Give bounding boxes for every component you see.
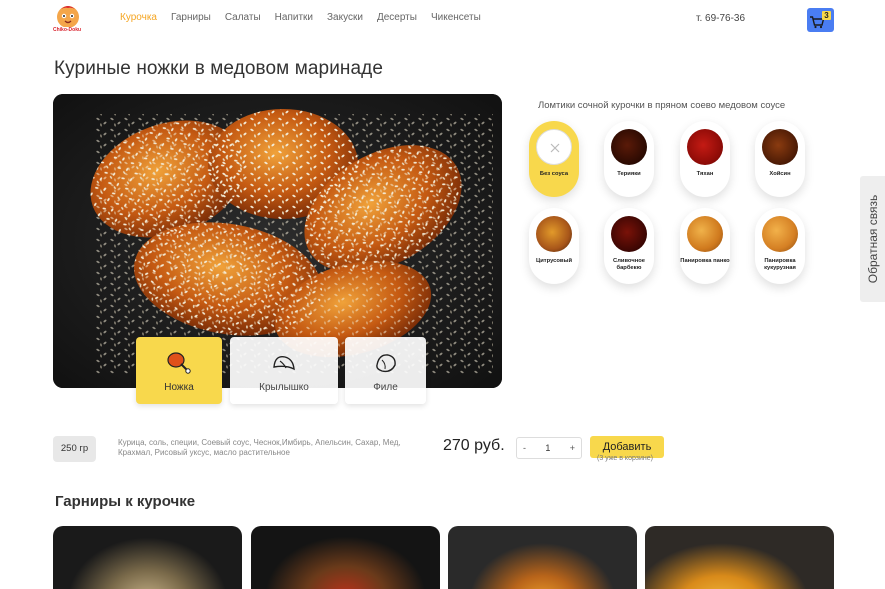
nav-item-salads[interactable]: Салаты bbox=[225, 12, 261, 23]
page-title: Куриные ножки в медовом маринаде bbox=[54, 58, 384, 79]
increment-button[interactable]: + bbox=[570, 443, 575, 453]
part-label: Крылышко bbox=[259, 382, 309, 393]
fillet-icon bbox=[375, 354, 396, 373]
side-card[interactable] bbox=[645, 526, 834, 589]
logo-text: Chiko-Doku bbox=[53, 27, 82, 33]
sauce-label: Терияки bbox=[617, 171, 641, 177]
nav-item-drinks[interactable]: Напитки bbox=[275, 12, 313, 23]
sauce-option-none[interactable]: Без соуса bbox=[529, 121, 579, 197]
feedback-label: Обратная связь bbox=[865, 194, 880, 284]
nav-item-snacks[interactable]: Закуски bbox=[327, 12, 363, 23]
side-card[interactable] bbox=[251, 526, 440, 589]
sauce-image bbox=[762, 216, 798, 252]
sauce-option-panko[interactable]: Панировка панко bbox=[680, 208, 730, 284]
nav-item-desserts[interactable]: Десерты bbox=[377, 12, 417, 23]
sides-section-title: Гарниры к курочке bbox=[55, 493, 196, 510]
feedback-tab[interactable]: Обратная связь bbox=[860, 176, 885, 302]
sauce-image bbox=[687, 129, 723, 165]
sauce-label: Сливочное барбекю bbox=[613, 258, 645, 271]
drumstick-icon bbox=[167, 352, 191, 374]
quantity-value[interactable]: 1 bbox=[545, 443, 550, 453]
part-option-drumstick[interactable]: Ножка bbox=[136, 337, 222, 404]
sauce-label: Цитрусовый bbox=[535, 258, 573, 264]
part-option-wing[interactable]: Крылышко bbox=[230, 337, 338, 404]
ingredients-text: Курица, соль, специи, Соевый соус, Чесно… bbox=[118, 438, 401, 457]
logo[interactable]: Chiko-Doku bbox=[52, 4, 84, 34]
sauce-label: Без соуса bbox=[539, 171, 569, 177]
cart-count-badge: 3 bbox=[822, 11, 831, 20]
wing-icon bbox=[273, 356, 295, 371]
part-option-fillet[interactable]: Филе bbox=[345, 337, 426, 404]
sauce-image bbox=[536, 129, 572, 165]
nav-item-sides[interactable]: Гарниры bbox=[171, 12, 211, 23]
sauce-image bbox=[611, 216, 647, 252]
sauce-label: Хойсин bbox=[769, 171, 791, 177]
part-label: Филе bbox=[373, 382, 398, 393]
cart-button[interactable]: 3 bbox=[807, 8, 834, 32]
sauce-label: Тяхан bbox=[696, 171, 714, 177]
sauce-image bbox=[536, 216, 572, 252]
sauce-description: Ломтики сочной курочки в пряном соево ме… bbox=[538, 100, 786, 111]
sauce-option-tyahan[interactable]: Тяхан bbox=[680, 121, 730, 197]
in-cart-note: (3 уже в корзине) bbox=[597, 455, 653, 462]
side-card[interactable] bbox=[448, 526, 637, 589]
sauce-option-bbq[interactable]: Сливочное барбекю bbox=[604, 208, 654, 284]
side-card[interactable] bbox=[53, 526, 242, 589]
part-label: Ножка bbox=[164, 382, 194, 393]
price: 270 руб. bbox=[443, 437, 505, 454]
sauce-label: Панировка кукурузная bbox=[764, 258, 796, 271]
nav-item-chicken[interactable]: Курочка bbox=[120, 12, 157, 23]
sauce-option-citrus[interactable]: Цитрусовый bbox=[529, 208, 579, 284]
sauce-image bbox=[762, 129, 798, 165]
sauce-image bbox=[611, 129, 647, 165]
decrement-button[interactable]: - bbox=[523, 443, 526, 453]
nav-item-chickensets[interactable]: Чикенсеты bbox=[431, 12, 481, 23]
sauce-image bbox=[687, 216, 723, 252]
sauce-option-hoisin[interactable]: Хойсин bbox=[755, 121, 805, 197]
phone-number[interactable]: т. 69-76-36 bbox=[696, 13, 745, 24]
sauce-option-corn[interactable]: Панировка кукурузная bbox=[755, 208, 805, 284]
quantity-stepper: - 1 + bbox=[516, 437, 582, 459]
sauce-label: Панировка панко bbox=[680, 258, 730, 264]
close-icon bbox=[550, 143, 560, 153]
main-nav: Курочка Гарниры Салаты Напитки Закуски Д… bbox=[120, 12, 495, 23]
sauce-option-teriyaki[interactable]: Терияки bbox=[604, 121, 654, 197]
weight-badge: 250 гр bbox=[53, 436, 96, 462]
